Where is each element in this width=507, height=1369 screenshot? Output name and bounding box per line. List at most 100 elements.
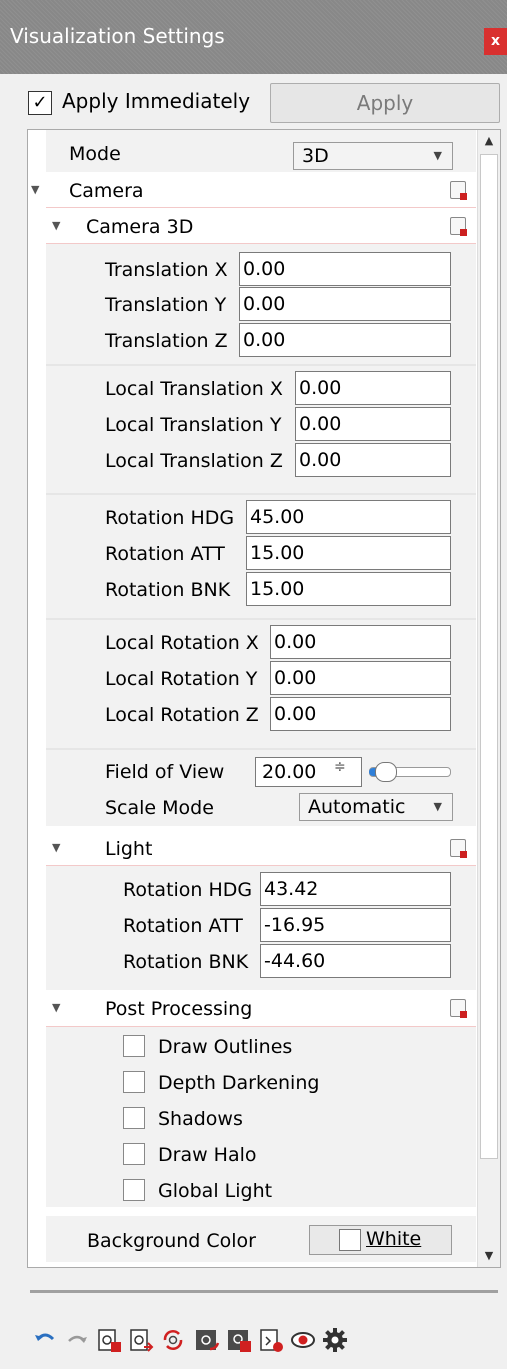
undo-icon[interactable] [32,1327,58,1353]
translation-z-label: Translation Z [105,330,228,352]
translation-z-field[interactable]: 0.00 [239,323,451,357]
apply-immediately-label: Apply Immediately [62,89,251,113]
global-light-checkbox[interactable] [123,1179,145,1201]
draw-halo-checkbox[interactable] [123,1143,145,1165]
scroll-thumb[interactable] [480,154,498,1159]
reset-camera3d-icon[interactable] [450,217,467,236]
rotation-group: Rotation HDG 45.00 Rotation ATT 15.00 Ro… [46,495,476,618]
draw-halo-label: Draw Halo [158,1144,257,1166]
translation-x-label: Translation X [105,259,228,281]
local-rotation-x-label: Local Rotation X [105,632,259,654]
visibility-icon[interactable] [290,1327,316,1353]
post-processing-label: Post Processing [105,998,253,1020]
apply-immediately-checkbox[interactable]: ✓ [28,91,52,115]
light-group[interactable]: ▼ Light [46,831,476,866]
reset-light-icon[interactable] [450,839,467,858]
scale-mode-select[interactable]: Automatic ▼ [299,793,453,821]
depth-darkening-label: Depth Darkening [158,1072,320,1094]
translation-group: Translation X 0.00 Translation Y 0.00 Tr… [46,244,476,364]
light-rotation-att-field[interactable]: -16.95 [260,908,451,942]
local-translation-z-label: Local Translation Z [105,450,283,472]
expand-arrow-icon[interactable]: ▼ [52,1001,60,1014]
light-rotation-group: Rotation HDG 43.42 Rotation ATT -16.95 R… [46,866,476,990]
settings-icon[interactable] [322,1327,348,1353]
draw-outlines-label: Draw Outlines [158,1036,293,1058]
divider [30,1290,498,1293]
title-bar: Visualization Settings x [0,0,507,74]
rotation-hdg-field[interactable]: 45.00 [246,500,451,534]
draw-outlines-checkbox[interactable] [123,1035,145,1057]
window-title: Visualization Settings [10,24,225,48]
light-rotation-hdg-label: Rotation HDG [123,879,253,901]
color-swatch [339,1229,361,1251]
save-settings-icon[interactable] [128,1327,154,1353]
shadows-label: Shadows [158,1108,243,1130]
local-translation-y-label: Local Translation Y [105,414,282,436]
mode-select[interactable]: 3D ▼ [293,142,453,170]
vertical-scrollbar[interactable]: ▲ ▼ [477,130,500,1267]
local-rotation-y-label: Local Rotation Y [105,668,258,690]
translation-x-field[interactable]: 0.00 [239,252,451,286]
mode-value: 3D [302,145,329,167]
local-translation-x-label: Local Translation X [105,378,283,400]
apply-button[interactable]: Apply [270,83,500,123]
close-button[interactable]: x [484,28,507,55]
local-rotation-z-field[interactable]: 0.00 [270,697,451,731]
spin-arrows-icon[interactable]: ≑ [334,759,346,775]
load-settings-icon[interactable] [96,1327,122,1353]
local-translation-group: Local Translation X 0.00 Local Translati… [46,366,476,493]
light-rotation-att-label: Rotation ATT [123,915,243,937]
expand-arrow-icon[interactable]: ▼ [31,183,39,196]
chevron-down-icon: ▼ [433,149,442,162]
rotation-att-field[interactable]: 15.00 [246,536,451,570]
scale-mode-label: Scale Mode [105,797,214,819]
background-color-label: Background Color [87,1230,256,1252]
local-translation-x-field[interactable]: 0.00 [295,371,451,405]
expand-arrow-icon[interactable]: ▼ [52,841,60,854]
local-translation-z-field[interactable]: 0.00 [295,443,451,477]
scroll-down-icon[interactable]: ▼ [478,1245,500,1267]
reset-post-processing-icon[interactable] [450,999,467,1018]
tree-gutter [28,130,46,1267]
property-tree: Mode 3D ▼ ▼ Camera ▼ Camera 3D Translati… [27,129,501,1268]
slider-handle[interactable] [375,762,397,782]
camera3d-label: Camera 3D [86,216,194,238]
depth-darkening-checkbox[interactable] [123,1071,145,1093]
local-translation-y-field[interactable]: 0.00 [295,407,451,441]
refresh-icon[interactable] [160,1327,186,1353]
background-color-value: White [366,1228,422,1250]
post-processing-group[interactable]: ▼ Post Processing [46,991,476,1027]
light-rotation-bnk-field[interactable]: -44.60 [260,944,451,978]
light-rotation-bnk-label: Rotation BNK [123,951,249,973]
rotation-bnk-field[interactable]: 15.00 [246,572,451,606]
reset-icon[interactable] [258,1327,284,1353]
light-label: Light [105,838,153,860]
light-rotation-hdg-field[interactable]: 43.42 [260,872,451,906]
rotation-hdg-label: Rotation HDG [105,507,235,529]
load-preset-icon[interactable] [194,1327,220,1353]
scale-mode-value: Automatic [308,796,406,818]
background-color-row: Background Color White [46,1216,476,1262]
local-rotation-y-field[interactable]: 0.00 [270,661,451,695]
background-color-button[interactable]: White [309,1225,452,1255]
scroll-up-icon[interactable]: ▲ [478,130,500,152]
camera-group[interactable]: ▼ Camera [31,173,476,208]
save-preset-icon[interactable] [226,1327,252,1353]
fov-scale-group: Field of View 20.00 ≑ Scale Mode Automat… [46,750,476,826]
local-rotation-x-field[interactable]: 0.00 [270,625,451,659]
field-of-view-value: 20.00 [262,761,317,783]
camera3d-group[interactable]: ▼ Camera 3D [46,209,476,244]
field-of-view-spinbox[interactable]: 20.00 ≑ [255,757,362,787]
local-rotation-z-label: Local Rotation Z [105,704,259,726]
global-light-label: Global Light [158,1180,273,1202]
camera-label: Camera [69,180,144,202]
translation-y-label: Translation Y [105,294,227,316]
redo-icon[interactable] [64,1327,90,1353]
expand-arrow-icon[interactable]: ▼ [52,219,60,232]
translation-y-field[interactable]: 0.00 [239,287,451,321]
rotation-att-label: Rotation ATT [105,543,225,565]
shadows-checkbox[interactable] [123,1107,145,1129]
chevron-down-icon: ▼ [433,800,442,813]
mode-row: Mode 3D ▼ [46,130,476,172]
reset-camera-icon[interactable] [450,181,467,200]
